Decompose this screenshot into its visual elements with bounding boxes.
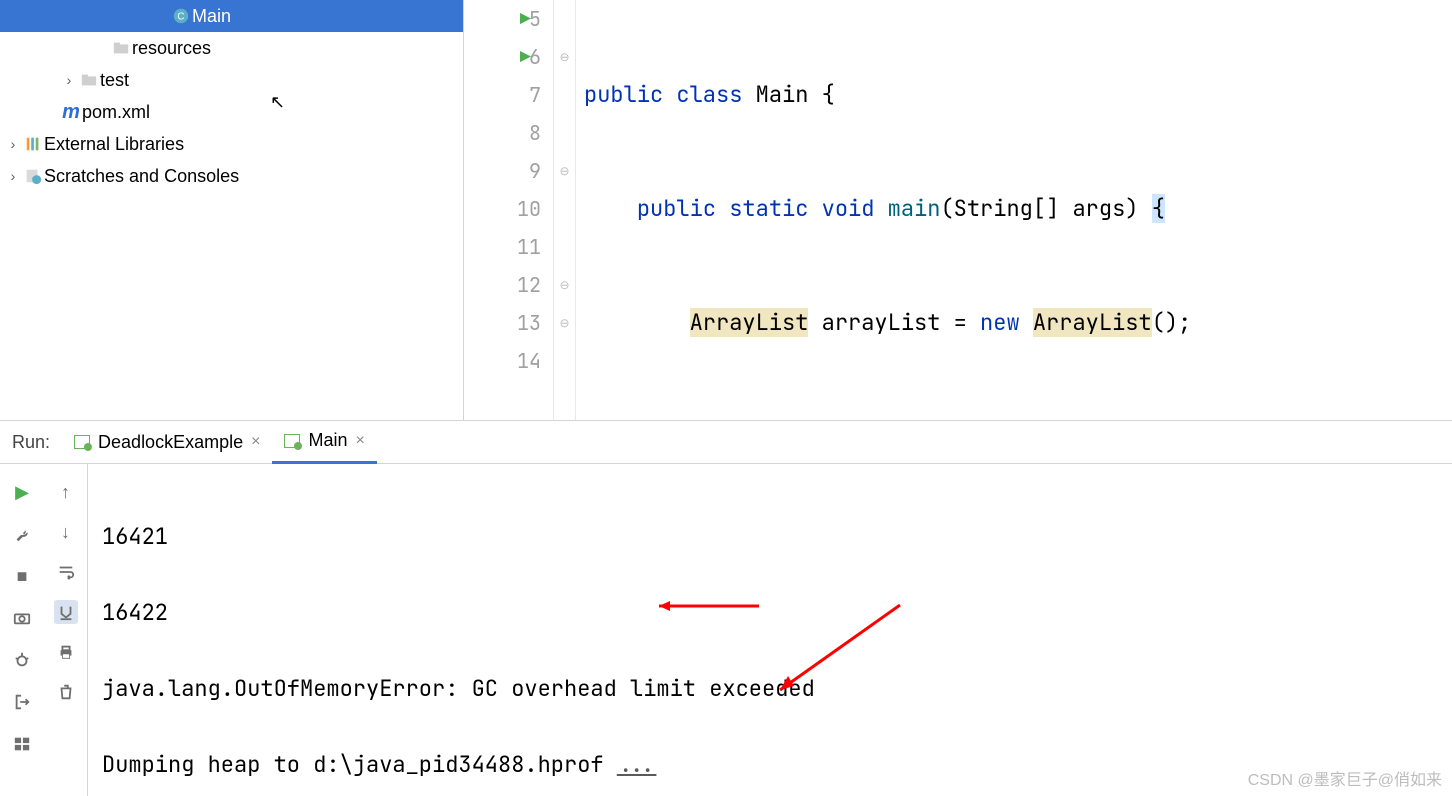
tab-label: Main [308, 430, 347, 451]
tree-label: Main [192, 6, 231, 27]
code-token: arrayList [808, 308, 940, 337]
svg-text:C: C [177, 12, 184, 23]
fold-marker-icon[interactable]: ⊖ [554, 38, 575, 76]
project-tree[interactable]: C Main resources › test m pom.xml › Exte… [0, 0, 464, 420]
watermark: CSDN @墨家巨子@俏如来 [1248, 766, 1442, 790]
line-number: 7 [529, 82, 541, 108]
code-token: Main [756, 80, 809, 109]
up-arrow-icon[interactable]: ↑ [54, 480, 78, 504]
fold-marker-icon[interactable]: ⊖ [554, 304, 575, 342]
code-token: { [1152, 194, 1165, 223]
close-icon[interactable]: × [251, 433, 260, 451]
line-number: 14 [517, 348, 541, 374]
tree-label: resources [132, 38, 211, 59]
line-number: 9 [529, 158, 541, 184]
stop-button[interactable]: ■ [10, 564, 34, 588]
rerun-button[interactable]: ▶ [10, 480, 34, 504]
tree-item-pom[interactable]: m pom.xml [0, 96, 463, 128]
console-line: 16421 [102, 518, 1444, 556]
console-text: Dumping heap to d:\java_pid34488.hprof [102, 750, 617, 779]
code-token: (String[] [940, 194, 1072, 223]
scroll-to-end-icon[interactable] [54, 600, 78, 624]
console-output[interactable]: 16421 16422 java.lang.OutOfMemoryError: … [88, 464, 1452, 796]
print-icon[interactable] [54, 640, 78, 664]
code-token: ArrayList [1033, 308, 1152, 337]
run-config-icon [284, 434, 300, 448]
console-line: Dumping heap to d:\java_pid34488.hprof .… [102, 746, 1444, 784]
line-number: 8 [529, 120, 541, 146]
tree-item-main[interactable]: C Main [0, 0, 463, 32]
console-line: 16422 [102, 594, 1444, 632]
code-token: (); [1152, 308, 1192, 337]
fold-marker-icon[interactable]: ⊖ [554, 266, 575, 304]
code-token: void [822, 194, 875, 223]
code-token: main [888, 194, 941, 223]
tab-main[interactable]: Main × [272, 420, 376, 464]
tree-label: pom.xml [82, 102, 150, 123]
code-token: new [980, 308, 1020, 337]
console-line: java.lang.OutOfMemoryError: GC overhead … [102, 670, 1444, 708]
line-number: 13 [517, 310, 541, 336]
folder-icon [78, 71, 100, 89]
tree-item-scratches[interactable]: › Scratches and Consoles [0, 160, 463, 192]
run-gutter-icon[interactable]: ▶ [520, 8, 531, 31]
code-token: public [637, 194, 716, 223]
console-link[interactable]: ... [617, 750, 657, 779]
tree-item-resources[interactable]: resources [0, 32, 463, 64]
trash-icon[interactable] [54, 680, 78, 704]
run-config-icon [74, 435, 90, 449]
down-arrow-icon[interactable]: ↓ [54, 520, 78, 544]
debug-icon[interactable] [10, 648, 34, 672]
tree-label: test [100, 70, 129, 91]
tab-label: DeadlockExample [98, 432, 243, 453]
chevron-right-icon[interactable]: › [4, 168, 22, 184]
folder-icon [110, 39, 132, 57]
maven-icon: m [60, 101, 82, 124]
chevron-right-icon[interactable]: › [4, 136, 22, 152]
line-number: 12 [517, 272, 541, 298]
code-token: public [584, 80, 663, 109]
code-token: static [729, 194, 808, 223]
run-toolbar-primary: ▶ ■ [0, 464, 44, 796]
fold-marker-icon[interactable]: ⊖ [554, 152, 575, 190]
code-token: ArrayList [690, 308, 809, 337]
class-icon: C [170, 7, 192, 25]
code-editor[interactable]: public class Main { public static void m… [576, 0, 1452, 420]
code-token: class [676, 80, 742, 109]
code-token: = [940, 308, 980, 337]
line-gutter[interactable]: 5▶ 6▶ 7 8 9 10 11 12 13 14 [464, 0, 554, 420]
code-token: args [1072, 194, 1125, 223]
exit-icon[interactable] [10, 690, 34, 714]
layout-icon[interactable] [10, 732, 34, 756]
tree-item-external-libraries[interactable]: › External Libraries [0, 128, 463, 160]
run-gutter-icon[interactable]: ▶ [520, 46, 531, 69]
tree-item-test[interactable]: › test [0, 64, 463, 96]
run-panel-label: Run: [0, 432, 62, 453]
tree-label: Scratches and Consoles [44, 166, 239, 187]
fold-column[interactable]: ⊖ ⊖ ⊖ ⊖ [554, 0, 576, 420]
soft-wrap-icon[interactable] [54, 560, 78, 584]
camera-icon[interactable] [10, 606, 34, 630]
line-number: 11 [517, 234, 541, 260]
line-number: 10 [517, 196, 541, 222]
tab-deadlock-example[interactable]: DeadlockExample × [62, 420, 272, 464]
wrench-icon[interactable] [10, 522, 34, 546]
mouse-cursor-icon: ↖ [270, 92, 285, 113]
libraries-icon [22, 135, 44, 153]
code-token: { [808, 80, 834, 109]
code-token: ) [1125, 194, 1151, 223]
scratches-icon [22, 167, 44, 185]
tree-label: External Libraries [44, 134, 184, 155]
close-icon[interactable]: × [355, 432, 364, 450]
chevron-right-icon[interactable]: › [60, 72, 78, 88]
run-tab-bar: Run: DeadlockExample × Main × [0, 420, 1452, 464]
run-toolbar-secondary: ↑ ↓ [44, 464, 88, 796]
